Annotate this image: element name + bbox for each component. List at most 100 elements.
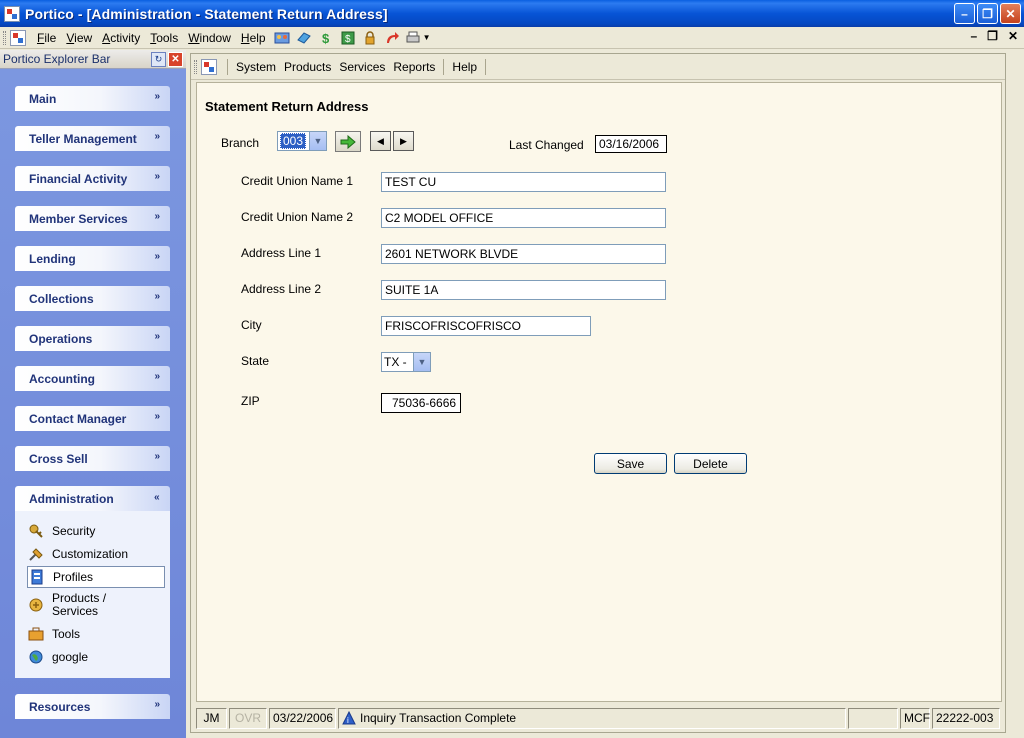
svg-text:$: $	[322, 31, 330, 46]
key-icon	[27, 523, 44, 540]
last-changed-field: 03/16/2006	[595, 135, 667, 153]
chevron-down-icon[interactable]: ▼	[413, 353, 430, 371]
chevron-down-icon: »	[154, 131, 160, 142]
zip-label: ZIP	[241, 394, 260, 408]
status-bar: JM OVR 03/22/2006 i Inquiry Transaction …	[191, 705, 1005, 731]
printer-icon[interactable]	[405, 29, 423, 47]
city-input[interactable]: FRISCOFRISCOFRISCO	[381, 316, 591, 336]
previous-record-button[interactable]: ◀	[370, 131, 391, 151]
menu-services[interactable]: Services	[335, 60, 389, 74]
menu-help[interactable]: Help	[236, 28, 271, 48]
arrow-right-icon: ▶	[400, 135, 407, 146]
explorer-header: Portico Explorer Bar ↻ ✕	[0, 50, 186, 69]
minimize-button[interactable]: –	[954, 3, 975, 24]
window-title: Portico - [Administration - Statement Re…	[25, 5, 388, 22]
explorer-close-button[interactable]: ✕	[168, 52, 183, 67]
go-button[interactable]	[335, 131, 361, 152]
address-line-2-input[interactable]: SUITE 1A	[381, 280, 666, 300]
explorer-title: Portico Explorer Bar	[3, 52, 111, 66]
admin-item-customization[interactable]: Customization	[27, 543, 165, 565]
transfer-toolbar-icon[interactable]	[295, 29, 313, 47]
nav-group-operations[interactable]: Operations»	[15, 326, 170, 351]
admin-item-google[interactable]: google	[27, 646, 165, 668]
nav-group-cross-sell[interactable]: Cross Sell»	[15, 446, 170, 471]
admin-item-products-services[interactable]: Products / Services	[27, 592, 165, 622]
nav-group-accounting[interactable]: Accounting»	[15, 366, 170, 391]
admin-item-tools[interactable]: Tools	[27, 623, 165, 645]
portico-doc-icon[interactable]	[10, 29, 26, 46]
mdi-restore-button[interactable]: ❐	[987, 29, 998, 43]
nav-group-contact-manager[interactable]: Contact Manager»	[15, 406, 170, 431]
menu-reports[interactable]: Reports	[389, 60, 439, 74]
globe-icon	[27, 649, 44, 666]
lock-toolbar-icon[interactable]	[361, 29, 379, 47]
module-icon[interactable]	[201, 58, 217, 75]
redo-arrow-icon[interactable]	[383, 29, 401, 47]
portico-app-icon[interactable]	[4, 5, 20, 22]
status-message-panel: i Inquiry Transaction Complete	[338, 707, 846, 729]
last-changed-label: Last Changed	[509, 138, 584, 152]
title-bar: Portico - [Administration - Statement Re…	[0, 0, 1024, 27]
restore-button[interactable]: ❐	[977, 3, 998, 24]
admin-item-profiles[interactable]: Profiles	[27, 566, 165, 588]
nav-group-member-services[interactable]: Member Services»	[15, 206, 170, 231]
menu-products[interactable]: Products	[280, 60, 335, 74]
status-date: 03/22/2006	[269, 707, 336, 729]
chevron-down-icon: »	[154, 91, 160, 102]
chevron-down-icon: »	[154, 291, 160, 302]
nav-group-administration[interactable]: Administration»	[15, 486, 170, 511]
toolbar-grip[interactable]	[194, 59, 197, 74]
address-line-2-label: Address Line 2	[241, 282, 322, 296]
nav-group-financial-activity[interactable]: Financial Activity»	[15, 166, 170, 191]
cash-toolbar-icon[interactable]: $	[339, 29, 357, 47]
branch-label: Branch	[221, 136, 260, 150]
menu-tools[interactable]: Tools	[145, 28, 183, 48]
pin-icon[interactable]: ↻	[151, 52, 166, 67]
next-record-button[interactable]: ▶	[393, 131, 414, 151]
credit-union-name-2-input[interactable]: C2 MODEL OFFICE	[381, 208, 666, 228]
zip-input[interactable]: 75036-6666	[381, 393, 461, 413]
nav-group-lending[interactable]: Lending»	[15, 246, 170, 271]
menu-module-help[interactable]: Help	[448, 60, 481, 74]
svg-text:i: i	[347, 716, 349, 725]
credit-union-name-1-input[interactable]: TEST CU	[381, 172, 666, 192]
toolbar-grip[interactable]	[3, 30, 6, 45]
delete-button[interactable]: Delete	[674, 453, 747, 474]
branch-select[interactable]: 003 ▼	[277, 131, 327, 151]
credit-union-name-1-label: Credit Union Name 1	[241, 174, 354, 188]
profile-icon	[28, 569, 45, 586]
go-arrow-icon	[340, 134, 356, 149]
explorer-bar: Portico Explorer Bar ↻ ✕ Main» Teller Ma…	[0, 50, 186, 738]
main-window: System Products Services Reports Help St…	[190, 53, 1006, 733]
address-line-1-input[interactable]: 2601 NETWORK BLVDE	[381, 244, 666, 264]
nav-group-resources[interactable]: Resources»	[15, 694, 170, 719]
explorer-body: Main» Teller Management» Financial Activ…	[0, 69, 186, 738]
menu-window[interactable]: Window	[183, 28, 236, 48]
menu-file[interactable]: File	[32, 28, 61, 48]
mdi-close-button[interactable]: ✕	[1008, 29, 1018, 43]
printer-dropdown-icon[interactable]: ▼	[423, 33, 431, 42]
menu-system[interactable]: System	[232, 60, 280, 74]
close-button[interactable]: ✕	[1000, 3, 1021, 24]
nav-group-collections[interactable]: Collections»	[15, 286, 170, 311]
menu-activity[interactable]: Activity	[97, 28, 145, 48]
nav-group-main[interactable]: Main»	[15, 86, 170, 111]
tools-icon	[27, 546, 44, 563]
state-select[interactable]: TX - ▼	[381, 352, 431, 372]
mdi-minimize-button[interactable]: –	[970, 29, 977, 43]
admin-item-security[interactable]: Security	[27, 520, 165, 542]
state-label: State	[241, 354, 270, 368]
dollar-toolbar-icon[interactable]: $	[317, 29, 335, 47]
save-button[interactable]: Save	[594, 453, 667, 474]
nav-group-teller-management[interactable]: Teller Management»	[15, 126, 170, 151]
chevron-down-icon: »	[154, 451, 160, 462]
status-mode: MCF	[900, 707, 930, 729]
chevron-down-icon: »	[154, 211, 160, 222]
page-title: Statement Return Address	[205, 99, 369, 114]
credit-union-name-2-label: Credit Union Name 2	[241, 210, 354, 224]
chevron-down-icon: »	[154, 699, 160, 710]
chevron-down-icon[interactable]: ▼	[309, 132, 326, 150]
chevron-down-icon: »	[154, 331, 160, 342]
menu-view[interactable]: View	[61, 28, 97, 48]
members-toolbar-icon[interactable]	[273, 29, 291, 47]
